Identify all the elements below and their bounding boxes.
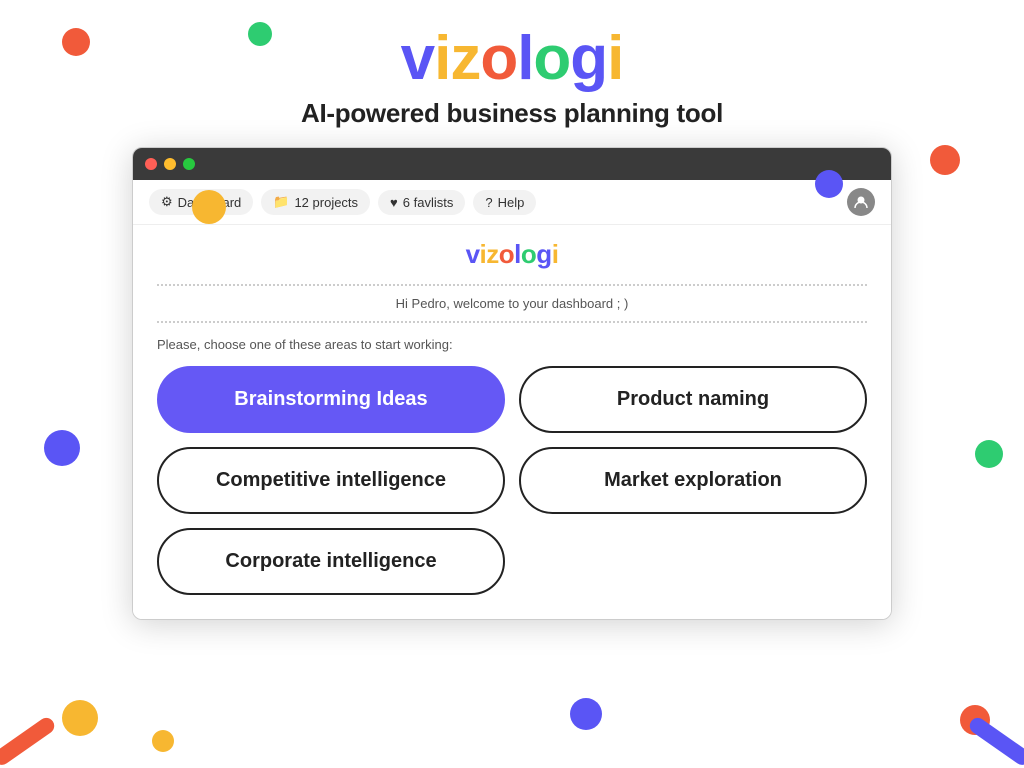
user-avatar[interactable] xyxy=(847,188,875,216)
decorative-dot xyxy=(570,698,602,730)
tagline: AI-powered business planning tool xyxy=(0,98,1024,129)
nav-tab-help[interactable]: ? Help xyxy=(473,190,536,215)
options-grid: Brainstorming Ideas Product naming Compe… xyxy=(157,366,867,595)
decorative-dot xyxy=(44,430,80,466)
browser-titlebar xyxy=(133,148,891,180)
option-market-exploration[interactable]: Market exploration xyxy=(519,447,867,514)
option-competitive-intelligence[interactable]: Competitive intelligence xyxy=(157,447,505,514)
decorative-bar-left xyxy=(0,715,57,768)
nav-tab-favlists[interactable]: ♥ 6 favlists xyxy=(378,190,465,215)
large-logo-area: vizologi xyxy=(0,0,1024,90)
nav-tab-help-label: Help xyxy=(498,195,525,210)
decorative-dot xyxy=(815,170,843,198)
option-brainstorming[interactable]: Brainstorming Ideas xyxy=(157,366,505,433)
welcome-message: Hi Pedro, welcome to your dashboard ; ) xyxy=(157,290,867,317)
decorative-dot xyxy=(152,730,174,752)
decorative-dot xyxy=(975,440,1003,468)
decorative-bar-right xyxy=(967,715,1024,768)
large-logo: vizologi xyxy=(401,28,624,90)
inner-content: vizologi Hi Pedro, welcome to your dashb… xyxy=(133,225,891,619)
option-corporate-intelligence[interactable]: Corporate intelligence xyxy=(157,528,505,595)
decorative-dot xyxy=(62,700,98,736)
decorative-dot xyxy=(62,28,90,56)
browser-maximize-dot[interactable] xyxy=(183,158,195,170)
dotted-divider-2 xyxy=(157,321,867,323)
browser-window: ⚙ Dashboard 📁 12 projects ♥ 6 favlists ?… xyxy=(132,147,892,620)
nav-tab-favlists-label: 6 favlists xyxy=(403,195,454,210)
browser-close-dot[interactable] xyxy=(145,158,157,170)
inner-logo: vizologi xyxy=(157,225,867,280)
dashboard-icon: ⚙ xyxy=(161,194,173,210)
nav-tab-projects-label: 12 projects xyxy=(294,195,358,210)
browser-minimize-dot[interactable] xyxy=(164,158,176,170)
decorative-dot xyxy=(248,22,272,46)
option-product-naming[interactable]: Product naming xyxy=(519,366,867,433)
browser-content: ⚙ Dashboard 📁 12 projects ♥ 6 favlists ?… xyxy=(133,180,891,619)
decorative-dot xyxy=(930,145,960,175)
favlists-icon: ♥ xyxy=(390,195,398,210)
projects-icon: 📁 xyxy=(273,194,289,210)
browser-nav: ⚙ Dashboard 📁 12 projects ♥ 6 favlists ?… xyxy=(133,180,891,225)
choose-label: Please, choose one of these areas to sta… xyxy=(157,337,867,352)
help-icon: ? xyxy=(485,195,492,210)
nav-tab-projects[interactable]: 📁 12 projects xyxy=(261,189,370,215)
dotted-divider-1 xyxy=(157,284,867,286)
decorative-dot xyxy=(192,190,226,224)
